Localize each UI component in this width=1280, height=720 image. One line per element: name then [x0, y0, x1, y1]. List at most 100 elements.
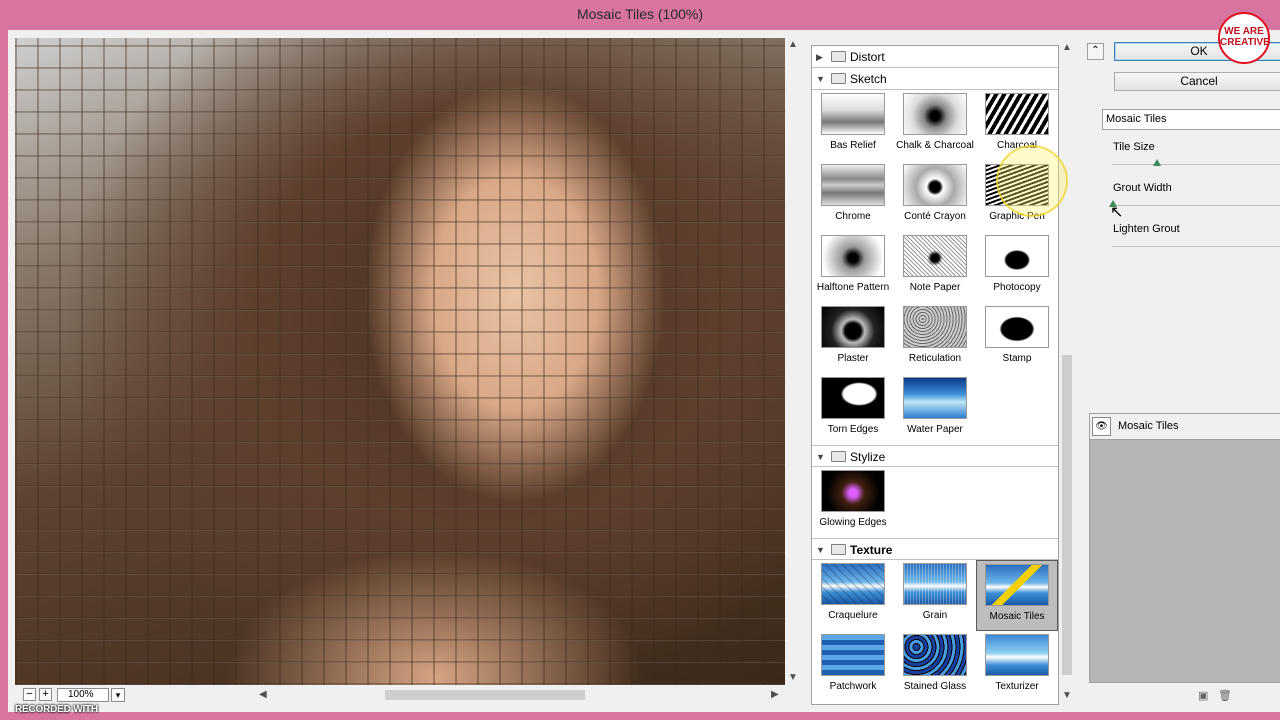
filter-label: Stamp	[1002, 353, 1032, 364]
filter-label: Bas Relief	[830, 140, 876, 151]
cursor-highlight	[996, 145, 1068, 217]
tile-size-slider[interactable]	[1112, 164, 1280, 165]
filter-label: Grain	[922, 610, 948, 621]
category-stylize[interactable]: ▼ Stylize	[812, 445, 1058, 467]
collapse-triangle-icon[interactable]: ▼	[816, 68, 825, 90]
filter-label: Craquelure	[828, 610, 878, 621]
scroll-up-icon[interactable]: ▲	[1062, 41, 1072, 55]
preview-vertical-scrollbar[interactable]: ▲ ▼	[786, 38, 800, 685]
preview-horizontal-scrollbar[interactable]: ◀ ▶	[255, 688, 783, 702]
folder-icon	[831, 451, 846, 462]
category-label: Stylize	[850, 450, 886, 464]
mouse-cursor-icon: ↖	[1110, 204, 1124, 221]
settings-panel: ⌃ OK Cancel Mosaic Tiles Tile Size Grout…	[1084, 30, 1280, 712]
zoom-dropdown-icon[interactable]: ▾	[111, 688, 125, 702]
filter-preview	[903, 634, 967, 676]
filter-select[interactable]: Mosaic Tiles	[1102, 109, 1280, 130]
filter-chalk-charcoal[interactable]: Chalk & Charcoal	[894, 90, 976, 161]
category-distort[interactable]: ▶ Distort	[812, 46, 1058, 68]
filter-patchwork[interactable]: Patchwork	[812, 631, 894, 702]
filter-preview	[985, 306, 1049, 348]
grout-width-slider[interactable]	[1112, 205, 1280, 206]
grout-width-label: Grout Width	[1113, 182, 1172, 194]
filter-stamp[interactable]: Stamp	[976, 303, 1058, 374]
filter-preview	[903, 563, 967, 605]
filter-chrome[interactable]: Chrome	[812, 161, 894, 232]
filter-preview	[821, 634, 885, 676]
logo-line-1: WE ARE	[1224, 26, 1264, 37]
filter-photocopy[interactable]: Photocopy	[976, 232, 1058, 303]
sketch-thumbnails: Bas Relief Chalk & Charcoal Charcoal Chr…	[812, 90, 1058, 445]
filter-label: Torn Edges	[827, 424, 879, 435]
preview-image[interactable]	[15, 38, 785, 685]
category-texture[interactable]: ▼ Texture	[812, 538, 1058, 560]
scroll-left-icon[interactable]: ◀	[259, 688, 267, 702]
recorded-with-watermark: RECORDED WITH	[15, 704, 98, 715]
new-layer-icon[interactable]: ▣	[1198, 689, 1208, 702]
cancel-button[interactable]: Cancel	[1114, 72, 1280, 91]
gallery-scrollbar[interactable]: ▲ ▼	[1060, 42, 1074, 705]
scroll-thumb[interactable]	[385, 690, 585, 700]
zoom-out-button[interactable]: −	[23, 688, 36, 701]
filter-halftone-pattern[interactable]: Halftone Pattern	[812, 232, 894, 303]
filter-gallery: ▶ Distort ▼ Sketch Bas Relief Chalk & Ch…	[811, 45, 1059, 705]
collapse-triangle-icon[interactable]: ▼	[816, 446, 825, 468]
lighten-grout-slider[interactable]	[1112, 246, 1280, 247]
expand-triangle-icon[interactable]: ▶	[816, 46, 823, 68]
filter-stained-glass[interactable]: Stained Glass	[894, 631, 976, 702]
collapse-triangle-icon[interactable]: ▼	[816, 539, 825, 561]
filter-note-paper[interactable]: Note Paper	[894, 232, 976, 303]
filter-label: Reticulation	[908, 353, 962, 364]
filter-preview	[985, 235, 1049, 277]
scroll-thumb[interactable]	[1062, 355, 1072, 675]
folder-icon	[831, 544, 846, 555]
folder-icon	[831, 51, 846, 62]
filter-preview	[985, 93, 1049, 135]
filter-preview	[903, 235, 967, 277]
category-label: Sketch	[850, 72, 887, 86]
zoom-in-button[interactable]: +	[39, 688, 52, 701]
filter-label: Texturizer	[995, 681, 1039, 692]
effect-layer-row[interactable]: 👁 Mosaic Tiles	[1090, 414, 1280, 440]
folder-icon	[831, 73, 846, 84]
mosaic-tile-overlay	[15, 38, 785, 685]
filter-preview	[903, 377, 967, 419]
filter-glowing-edges[interactable]: Glowing Edges	[812, 467, 894, 538]
filter-label: Glowing Edges	[819, 517, 887, 528]
filter-plaster[interactable]: Plaster	[812, 303, 894, 374]
delete-layer-icon[interactable]: 🗑	[1218, 689, 1232, 702]
filter-water-paper[interactable]: Water Paper	[894, 374, 976, 445]
filter-label: Chalk & Charcoal	[896, 140, 974, 151]
filter-craquelure[interactable]: Craquelure	[812, 560, 894, 631]
filter-preview	[903, 306, 967, 348]
filter-preview	[821, 470, 885, 512]
filter-label: Plaster	[837, 353, 869, 364]
filter-grain[interactable]: Grain	[894, 560, 976, 631]
scroll-down-icon[interactable]: ▼	[788, 671, 798, 685]
filter-conte-crayon[interactable]: Conté Crayon	[894, 161, 976, 232]
stylize-thumbnails: Glowing Edges	[812, 467, 1058, 538]
filter-torn-edges[interactable]: Torn Edges	[812, 374, 894, 445]
category-sketch[interactable]: ▼ Sketch	[812, 68, 1058, 90]
collapse-gallery-icon[interactable]: ⌃	[1087, 43, 1104, 60]
filter-bas-relief[interactable]: Bas Relief	[812, 90, 894, 161]
window-title: Mosaic Tiles (100%)	[0, 0, 1280, 30]
filter-preview	[821, 164, 885, 206]
scroll-down-icon[interactable]: ▼	[1062, 689, 1072, 703]
we-are-creative-logo: WE ARE CREATIVE	[1218, 12, 1270, 64]
preview-footer: − + 100% ▾ ◀ ▶	[15, 686, 785, 704]
filter-texturizer[interactable]: Texturizer	[976, 631, 1058, 702]
filter-preview	[821, 377, 885, 419]
eye-icon[interactable]: 👁	[1092, 417, 1111, 436]
scroll-right-icon[interactable]: ▶	[771, 688, 779, 702]
filter-reticulation[interactable]: Reticulation	[894, 303, 976, 374]
tile-size-knob[interactable]	[1153, 159, 1161, 166]
zoom-field[interactable]: 100%	[57, 688, 109, 702]
scroll-up-icon[interactable]: ▲	[788, 38, 798, 52]
filter-preview	[985, 564, 1049, 606]
filter-label: Water Paper	[907, 424, 963, 435]
filter-mosaic-tiles-selected[interactable]: Mosaic Tiles	[976, 560, 1058, 631]
filter-preview	[903, 93, 967, 135]
category-label: Distort	[850, 50, 885, 64]
filter-label: Conté Crayon	[904, 211, 966, 222]
